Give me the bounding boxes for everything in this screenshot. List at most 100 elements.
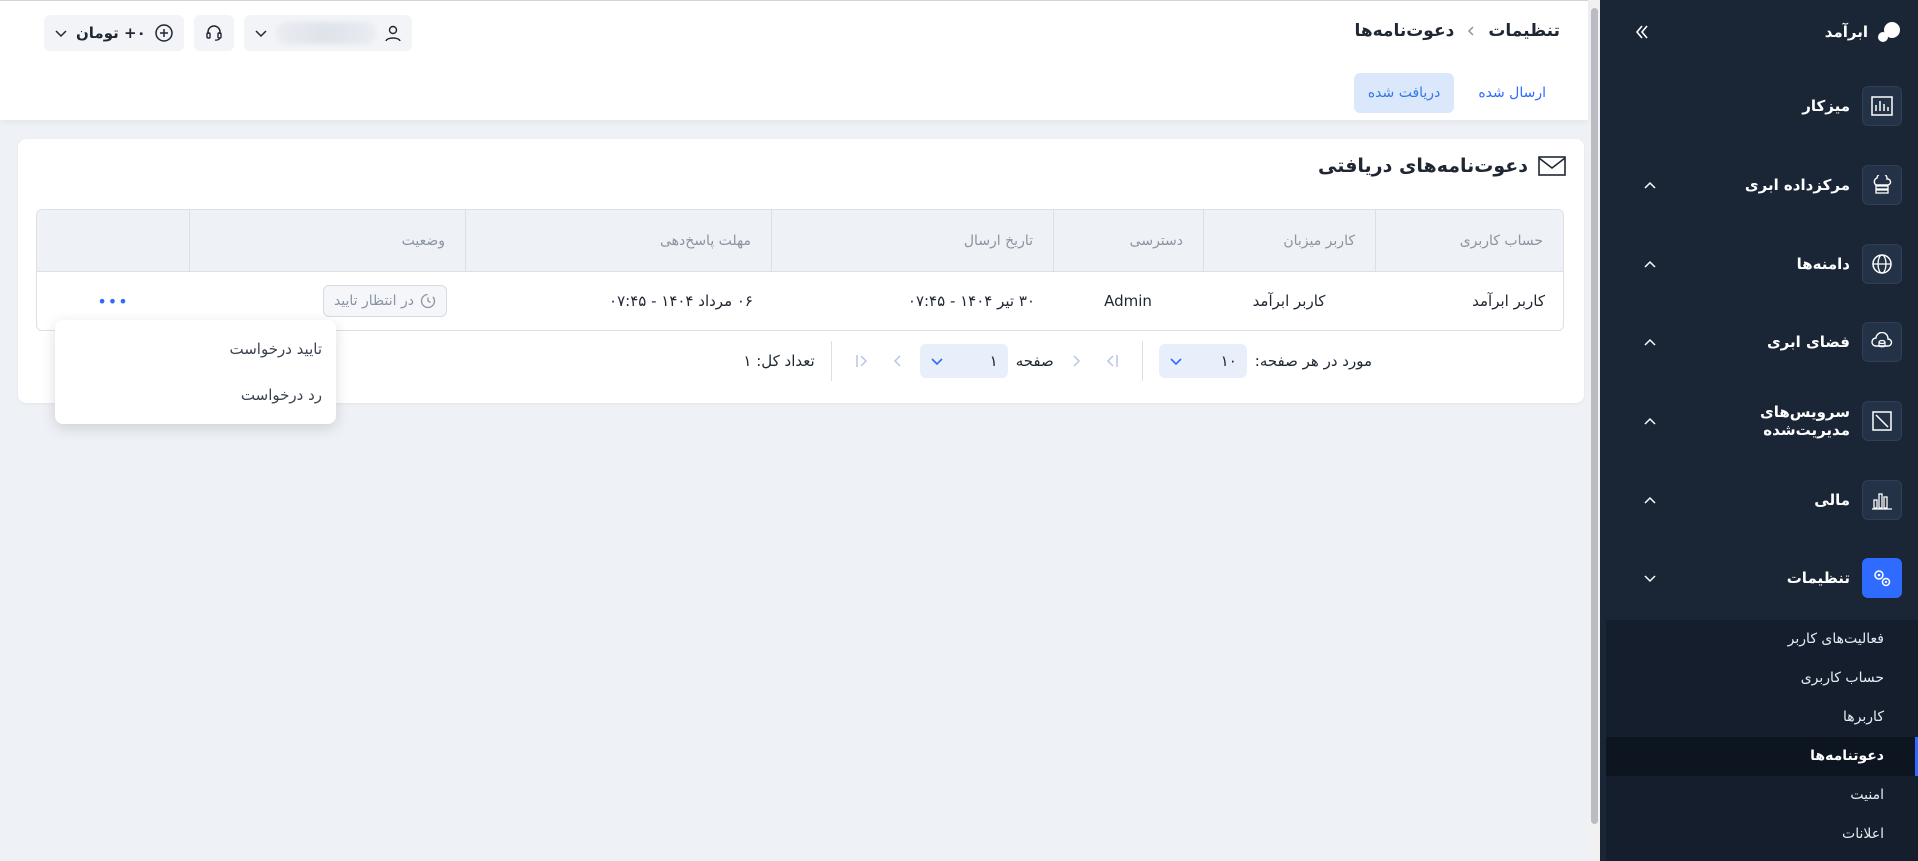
sidebar-item-cloud-datacenter[interactable]: مرکزداده ابری [1632,163,1902,207]
user-icon [385,25,401,42]
page-label: صفحه [1015,352,1054,370]
sidebar-item-settings[interactable]: تنظیمات [1632,556,1902,600]
per-page-label: مورد در هر صفحه: [1254,352,1372,370]
approve-request-item[interactable]: تایید درخواست [55,326,336,372]
last-page-button[interactable] [848,347,876,375]
page-nav-group: صفحه ۱ [848,344,1126,378]
total-count: تعداد کل: ۱ [743,352,815,370]
collapse-sidebar-button[interactable] [1630,20,1654,44]
column-header-host: کاربر میزبان [1203,210,1375,272]
chevron-down-icon[interactable] [1640,568,1660,588]
status-text: در انتظار تایید [333,293,414,309]
chevron-up-icon[interactable] [1640,490,1660,510]
sidebar: ابرآمد میزکار مرکزداده ابری دامنه‌ها [1600,0,1918,861]
next-page-button[interactable] [884,347,912,375]
invitation-tabs: ارسال شده دریافت شده [1353,73,1560,113]
table-header: حساب کاربری کاربر میزبان دسترسی تاریخ ار… [37,210,1563,272]
submenu-item-notifications[interactable]: اعلانات [1606,815,1918,854]
per-page-value: ۱۰ [1220,352,1237,370]
sidebar-item-dashboard[interactable]: میزکار [1632,84,1902,128]
first-page-icon [1106,355,1118,367]
chevron-down-icon [255,30,267,38]
previous-page-button[interactable] [1062,347,1090,375]
settings-gears-icon [1862,558,1902,598]
envelope-icon [1538,156,1566,176]
sidebar-item-label: مرکزداده ابری [1744,176,1850,194]
cloud-datacenter-icon [1862,165,1902,205]
sidebar-item-label: سرویس‌های مدیریت‌شده [1759,403,1850,439]
sidebar-item-managed-services[interactable]: سرویس‌های مدیریت‌شده [1632,399,1902,443]
user-menu-button[interactable] [243,15,412,51]
cell-account: کاربر ابرآمد [1472,292,1545,310]
submenu-item-users[interactable]: کاربرها [1606,698,1918,737]
brand-logo[interactable]: ابرآمد [1618,18,1900,46]
chevron-right-icon [1073,355,1080,367]
tab-sent[interactable]: ارسال شده [1464,73,1560,113]
scrollbar-thumb[interactable] [1591,8,1598,824]
card-title-text: دعوت‌نامه‌های دریافتی [1317,155,1528,177]
username-redacted [275,22,376,44]
cell-host: کاربر ابرآمد [1252,292,1326,310]
globe-icon [1862,244,1902,284]
chevron-down-icon [1170,358,1182,366]
cell-sent-date: ۳۰ تیر ۱۴۰۴ - ۰۷:۴۵ [907,292,1035,310]
settings-submenu: فعالیت‌های کاربر حساب کاربری کاربرها دعو… [1606,620,1918,861]
chevron-down-icon [55,30,67,38]
column-header-actions [37,210,189,272]
row-actions-dropdown: تایید درخواست رد درخواست [55,320,336,424]
balance-text: ۰+ تومان [76,24,146,42]
chevron-left-icon [893,355,901,367]
sidebar-item-label: میزکار [1802,97,1850,115]
chevron-up-icon[interactable] [1640,411,1660,431]
support-button[interactable] [193,15,234,51]
row-more-button[interactable]: ••• [97,292,128,311]
sidebar-item-label: مالی [1814,491,1850,509]
first-page-button[interactable] [1098,347,1126,375]
sidebar-item-label: تنظیمات [1786,569,1850,587]
sidebar-item-label: فضای ابری [1766,333,1850,351]
pager-divider [1141,341,1143,381]
sidebar-item-domains[interactable]: دامنه‌ها [1632,242,1902,286]
reject-request-item[interactable]: رد درخواست [55,372,336,418]
breadcrumb-current: دعوت‌نامه‌ها [1354,21,1455,41]
per-page-select[interactable]: ۱۰ [1158,344,1247,378]
submenu-item-user-activities[interactable]: فعالیت‌های کاربر [1606,620,1918,659]
chevron-left-icon [1468,26,1474,36]
submenu-item-security[interactable]: امنیت [1606,776,1918,815]
balance-button[interactable]: ۰+ تومان [44,15,184,51]
column-header-access: دسترسی [1053,210,1203,272]
managed-services-icon [1862,401,1902,441]
breadcrumb-root[interactable]: تنظیمات [1488,21,1560,41]
total-group: تعداد کل: ۱ [743,352,814,370]
pager-divider [830,341,832,381]
column-header-sent-date: تاریخ ارسال [771,210,1053,272]
chevron-up-icon[interactable] [1640,175,1660,195]
per-page-group: مورد در هر صفحه: ۱۰ [1158,344,1372,378]
column-header-status: وضعیت [189,210,465,272]
logo-icon [1876,20,1900,44]
submenu-item-account[interactable]: حساب کاربری [1606,659,1918,698]
tab-received[interactable]: دریافت شده [1353,73,1455,113]
double-chevron-icon [1635,25,1648,39]
column-header-account: حساب کاربری [1375,210,1563,272]
status-badge: در انتظار تایید [322,285,447,317]
chevron-up-icon[interactable] [1640,254,1660,274]
column-header-deadline: مهلت پاسخ‌دهی [465,210,771,272]
page-value: ۱ [989,352,998,370]
dashboard-icon [1862,86,1902,126]
chevron-up-icon[interactable] [1640,332,1660,352]
last-page-icon [855,355,867,367]
headset-icon [206,25,222,41]
sidebar-item-finance[interactable]: مالی [1632,478,1902,522]
breadcrumb: تنظیمات دعوت‌نامه‌ها [1354,19,1560,43]
sidebar-item-label: دامنه‌ها [1796,255,1850,273]
submenu-item-invitations[interactable]: دعوتنامه‌ها [1606,737,1918,776]
plus-circle-icon [154,24,173,42]
page-scrollbar[interactable] [1588,0,1600,861]
invitations-table: حساب کاربری کاربر میزبان دسترسی تاریخ ار… [36,209,1564,331]
cell-access: Admin [1104,292,1152,310]
clock-icon [420,293,436,309]
sidebar-item-cloud-storage[interactable]: فضای ابری [1632,320,1902,364]
page-select[interactable]: ۱ [919,344,1008,378]
page-header: تنظیمات دعوت‌نامه‌ها ارسال شده دریافت شد… [0,0,1588,120]
